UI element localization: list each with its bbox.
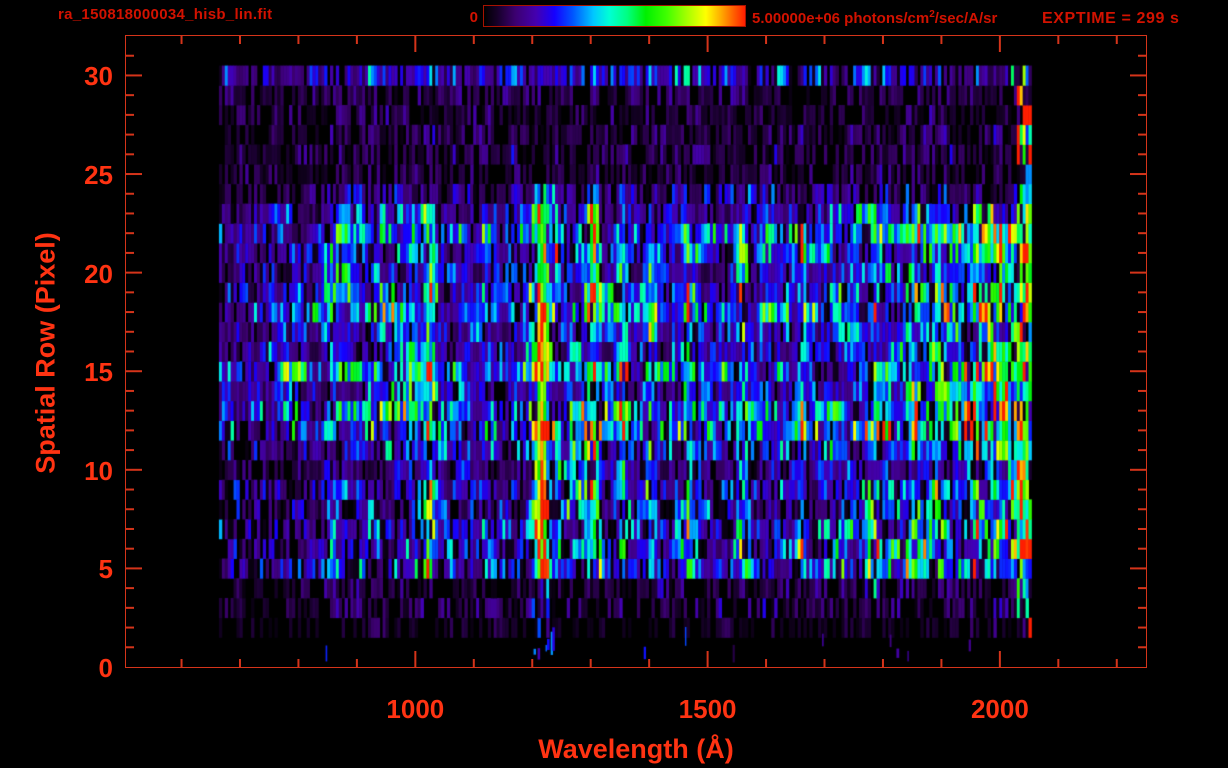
- axis-ticks: [126, 36, 1146, 667]
- exptime-label: EXPTIME = 299 s: [1042, 10, 1180, 27]
- spectrogram-viewer: ra_150818000034_hisb_lin.fit 0 5.00000e+…: [0, 0, 1228, 768]
- y-tick-label: 0: [98, 653, 113, 683]
- x-tick-label: 2000: [970, 694, 1029, 724]
- colorbar: [483, 5, 746, 27]
- x-tick-label: 1000: [386, 694, 445, 724]
- y-tick-label: 30: [84, 61, 113, 92]
- colorbar-units-suffix: /sec/A/sr: [934, 10, 998, 27]
- colorbar-max-label: 5.00000e+06 photons/cm2/sec/A/sr: [752, 9, 997, 27]
- plot-frame: [125, 35, 1147, 668]
- figure-title: ra_150818000034_hisb_lin.fit: [58, 6, 273, 23]
- y-tick-label: 5: [98, 554, 113, 585]
- colorbar-units: photons/cm: [840, 10, 930, 27]
- y-tick-label: 15: [84, 357, 113, 388]
- y-axis-title: Spatial Row (Pixel): [30, 232, 61, 474]
- x-axis-title: Wavelength (Å): [538, 734, 734, 764]
- y-tick-label: 25: [84, 160, 113, 191]
- y-tick-label: 20: [84, 258, 113, 289]
- colorbar-max-value: 5.00000e+06: [752, 10, 841, 27]
- y-tick-label: 10: [84, 455, 113, 486]
- colorbar-min-label: 0: [469, 9, 478, 26]
- x-tick-label: 1500: [678, 694, 737, 724]
